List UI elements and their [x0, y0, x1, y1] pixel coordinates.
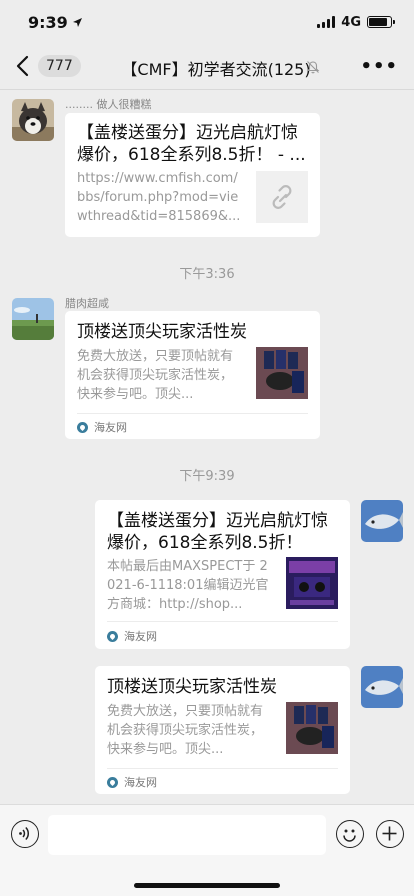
chat-header: 777 【CMF】初学者交流(125) •••	[0, 44, 414, 90]
emoji-button[interactable]	[336, 820, 364, 848]
card-description: 本帖最后由MAXSPECT于 2021-6-1118:01编辑迈光官方商城：ht…	[107, 559, 269, 612]
sender-avatar-landscape[interactable]	[12, 298, 54, 340]
card-title: 【盖楼送蛋分】迈光启航灯惊爆价，618全系列8.5折！	[107, 511, 328, 553]
sender-name: ........ 做人很糟糕	[65, 98, 152, 111]
chat-title: 【CMF】初学者交流(125)	[121, 60, 311, 79]
dog-avatar-image	[12, 99, 54, 141]
source-app-icon	[107, 776, 118, 788]
more-functions-button[interactable]	[376, 820, 404, 848]
source-app-icon	[77, 421, 88, 433]
link-icon	[272, 185, 292, 209]
fish-avatar-image	[361, 500, 403, 542]
back-button[interactable]: 777	[12, 53, 81, 79]
card-description: https://www.cmfish.com/bbs/forum.php?mod…	[77, 171, 241, 224]
product-image	[286, 702, 338, 754]
card-thumbnail	[286, 702, 338, 754]
plus-icon	[382, 826, 397, 841]
self-avatar-fish[interactable]	[361, 500, 403, 542]
input-bar	[0, 804, 414, 896]
message-input[interactable]	[48, 815, 326, 855]
card-thumbnail	[256, 347, 308, 399]
timestamp: 下午9:39	[179, 469, 235, 484]
status-bar: 9:39 4G	[0, 0, 414, 44]
landscape-avatar-image	[12, 298, 54, 340]
card-title: 顶楼送顶尖玩家活性炭	[77, 322, 247, 342]
more-options-button[interactable]: •••	[360, 56, 398, 77]
clock: 9:39	[28, 12, 68, 32]
fish-avatar-image	[361, 666, 403, 708]
link-card[interactable]: 顶楼送顶尖玩家活性炭 免费大放送，只要顶帖就有机会获得顶尖玩家活性炭，快来参与吧…	[65, 311, 320, 439]
battery-icon	[367, 16, 395, 28]
home-indicator[interactable]	[134, 883, 280, 888]
card-title: 顶楼送顶尖玩家活性炭	[107, 677, 277, 697]
mute-bell-icon	[306, 61, 320, 74]
card-description: 免费大放送，只要顶帖就有机会获得顶尖玩家活性炭，快来参与吧。顶尖...	[107, 704, 264, 757]
card-title: 【盖楼送蛋分】迈光启航灯惊爆价，618全系列8.5折！ - ...	[77, 123, 306, 165]
link-card[interactable]: 【盖楼送蛋分】迈光启航灯惊爆价，618全系列8.5折！ - ... https:…	[65, 113, 320, 237]
location-arrow-icon	[72, 17, 82, 27]
card-source: 海友网	[77, 419, 127, 435]
unread-badge: 777	[38, 55, 81, 77]
card-source: 海友网	[107, 774, 157, 790]
card-divider	[77, 413, 308, 414]
source-name: 海友网	[94, 421, 127, 434]
sender-name: 腊肉超咸	[65, 297, 109, 310]
self-avatar-fish[interactable]	[361, 666, 403, 708]
message-list[interactable]: ........ 做人很糟糕 【盖楼送蛋分】迈光启航灯惊爆价，618全系列8.5…	[0, 90, 414, 804]
smiley-icon	[343, 829, 356, 842]
source-name: 海友网	[124, 776, 157, 789]
network-type: 4G	[341, 14, 361, 30]
card-divider	[107, 768, 338, 769]
timestamp: 下午3:36	[179, 267, 235, 282]
source-name: 海友网	[124, 630, 157, 643]
card-description: 免费大放送，只要顶帖就有机会获得顶尖玩家活性炭，快来参与吧。顶尖...	[77, 349, 234, 402]
card-source: 海友网	[107, 628, 157, 644]
signal-icon	[317, 16, 336, 28]
status-time: 9:39	[28, 13, 83, 32]
sender-avatar-dog[interactable]	[12, 99, 54, 141]
card-thumbnail	[256, 171, 308, 223]
voice-input-button[interactable]	[11, 820, 39, 848]
battery-fill	[369, 18, 387, 26]
product-image	[286, 557, 338, 609]
source-app-icon	[107, 630, 118, 642]
link-card[interactable]: 顶楼送顶尖玩家活性炭 免费大放送，只要顶帖就有机会获得顶尖玩家活性炭，快来参与吧…	[95, 666, 350, 794]
product-image	[256, 347, 308, 399]
card-thumbnail	[286, 557, 338, 609]
link-card[interactable]: 【盖楼送蛋分】迈光启航灯惊爆价，618全系列8.5折！ 本帖最后由MAXSPEC…	[95, 500, 350, 649]
chevron-left-icon	[16, 55, 29, 77]
card-divider	[107, 621, 338, 622]
status-indicators: 4G	[317, 14, 395, 30]
voice-icon	[19, 826, 30, 841]
